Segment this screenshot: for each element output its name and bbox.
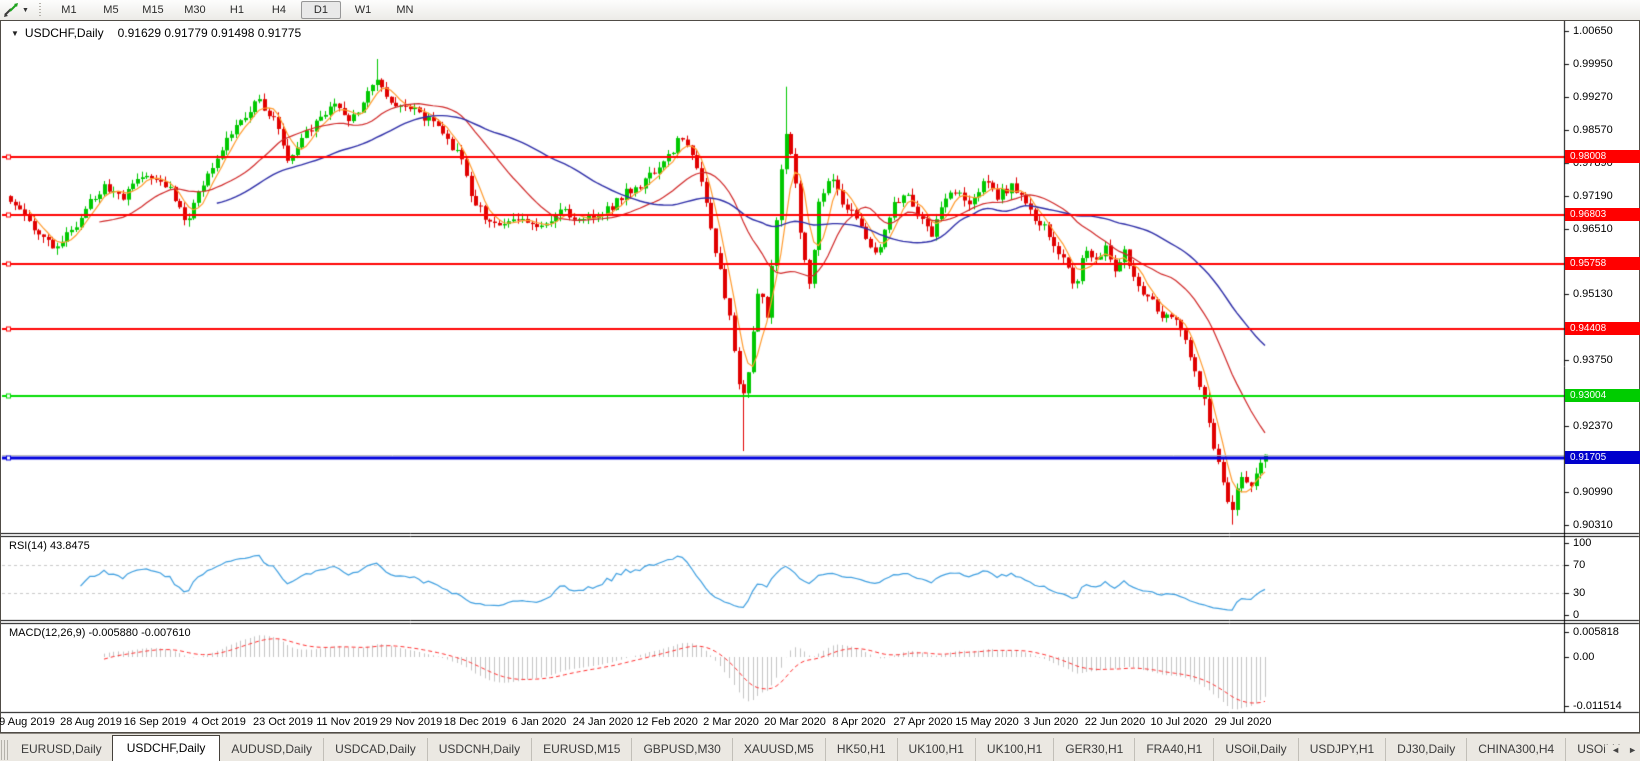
chart-tab-audusd-daily[interactable]: AUDUSD,Daily (220, 738, 323, 761)
tab-scroll-left-button[interactable]: ◄ (1611, 745, 1620, 755)
chart-tab-xauusd-m5[interactable]: XAUUSD,M5 (731, 738, 825, 761)
rsi-panel-label: RSI(14) 43.8475 (9, 540, 90, 552)
chart-tab-dj30-daily[interactable]: DJ30,Daily (1385, 738, 1466, 761)
chart-tab-bar: EURUSD,Daily USDCHF,Daily AUDUSD,Daily USDC… (0, 733, 1640, 761)
toolbar-grip[interactable] (36, 3, 43, 17)
chart-shift-icon (4, 3, 18, 17)
macd-tick-label: -0.011514 (1573, 700, 1622, 713)
date-axis-label: 29 Jul 2020 (1214, 716, 1272, 728)
price-tick-label: 0.95130 (1573, 288, 1613, 301)
date-axis-label: 2 Mar 2020 (703, 716, 759, 728)
timeframe-button-H1[interactable]: H1 (217, 1, 257, 19)
chart-window: ▼ USDCHF,Daily 0.91629 0.91779 0.91498 0.9… (0, 20, 1640, 733)
date-axis-label: 6 Jan 2020 (511, 716, 567, 728)
price-tick-label: 1.00650 (1573, 24, 1613, 37)
timeframe-button-M30[interactable]: M30 (175, 1, 215, 19)
chart-tab-uk100-h1[interactable]: UK100,H1 (974, 738, 1053, 761)
rsi-tick-label: 30 (1573, 587, 1586, 600)
macd-tick-label: 0.005818 (1573, 626, 1619, 639)
price-tick-label: 0.96510 (1573, 222, 1613, 235)
chart-tab-china300-h4[interactable]: CHINA300,H4 (1466, 738, 1565, 761)
date-axis-label: 18 Dec 2019 (443, 716, 507, 728)
date-axis-label: 24 Jan 2020 (572, 716, 634, 728)
hline-price-badge: 0.93004 (1565, 388, 1640, 402)
date-axis-label: 20 Mar 2020 (764, 716, 826, 728)
chart-tools-button[interactable]: ▼ (0, 2, 32, 18)
hline-price-badge: 0.94408 (1565, 321, 1640, 335)
date-axis-label: 15 May 2020 (955, 716, 1019, 728)
date-axis-label: 8 Apr 2020 (832, 716, 886, 728)
chart-tab-eurusd-m15[interactable]: EURUSD,M15 (531, 738, 631, 761)
chart-title: ▼ USDCHF,Daily 0.91629 0.91779 0.91498 0.9… (11, 26, 301, 40)
timeframe-button-MN[interactable]: MN (385, 1, 425, 19)
date-axis-label: 3 Jun 2020 (1023, 716, 1079, 728)
date-axis-label: 4 Oct 2019 (192, 716, 246, 728)
hline-price-badge: 0.96803 (1565, 207, 1640, 221)
date-axis-label: 28 Aug 2019 (60, 716, 122, 728)
hline-price-badge: 0.95758 (1565, 257, 1640, 271)
rsi-tick-label: 70 (1573, 558, 1586, 571)
hline-price-badge: 0.98008 (1565, 149, 1640, 163)
chevron-down-icon: ▼ (22, 6, 29, 14)
chart-tab-eurusd-daily[interactable]: EURUSD,Daily (10, 738, 113, 761)
timeframe-button-W1[interactable]: W1 (343, 1, 383, 19)
chart-symbol-label: USDCHF,Daily (24, 26, 104, 40)
price-tick-label: 0.93750 (1573, 354, 1613, 367)
date-axis-label: 23 Oct 2019 (253, 716, 313, 728)
price-tick-label: 0.90310 (1573, 518, 1613, 531)
date-axis-label: 22 Jun 2020 (1084, 716, 1146, 728)
rsi-tick-label: 100 (1573, 537, 1592, 549)
date-axis-label: 29 Nov 2019 (379, 716, 443, 728)
chart-tab-usdcad-daily[interactable]: USDCAD,Daily (323, 738, 427, 761)
chart-tab-uk100-h1[interactable]: UK100,H1 (896, 738, 975, 761)
timeframe-button-H4[interactable]: H4 (259, 1, 299, 19)
macd-panel-label: MACD(12,26,9) -0.005880 -0.007610 (9, 627, 191, 639)
date-axis-label: 27 Apr 2020 (893, 716, 953, 728)
collapse-triangle-icon[interactable]: ▼ (11, 29, 19, 38)
chart-tab-usoil-daily[interactable]: USOil,Daily (1213, 738, 1297, 761)
chart-tab-fra40-h1[interactable]: FRA40,H1 (1134, 738, 1213, 761)
timeframe-button-group: M1 M5 M15 M30 H1 H4 D1 W1 MN (48, 1, 426, 19)
date-axis-label: 10 Jul 2020 (1150, 716, 1208, 728)
chart-tab-hk50-h1[interactable]: HK50,H1 (824, 738, 897, 761)
timeframe-button-D1[interactable]: D1 (300, 1, 341, 19)
timeframe-button-M5[interactable]: M5 (91, 1, 131, 19)
chart-tab-usdcnh-daily[interactable]: USDCNH,Daily (426, 738, 531, 761)
timeframe-button-M15[interactable]: M15 (133, 1, 173, 19)
chart-tab-usdjpy-h1[interactable]: USDJPY,H1 (1297, 738, 1385, 761)
chart-ohlc-values: 0.91629 0.91779 0.91498 0.91775 (117, 26, 302, 40)
rsi-tick-label: 0 (1573, 609, 1580, 621)
tabbar-grip[interactable] (1, 740, 8, 760)
date-axis-label: 12 Feb 2020 (636, 716, 698, 728)
hline-price-badge: 0.91705 (1565, 450, 1640, 464)
price-tick-label: 0.97190 (1573, 190, 1613, 203)
price-tick-label: 0.98570 (1573, 124, 1613, 137)
date-axis-label: 16 Sep 2019 (123, 716, 187, 728)
timeframe-button-M1[interactable]: M1 (49, 1, 89, 19)
top-toolbar: ▼ M1 M5 M15 M30 H1 H4 D1 W1 MN (0, 0, 1640, 21)
date-axis-label: 9 Aug 2019 (0, 716, 55, 728)
chart-tab-ger30-h1[interactable]: GER30,H1 (1053, 738, 1134, 761)
date-axis-label: 11 Nov 2019 (316, 716, 378, 728)
macd-tick-label: 0.00 (1573, 651, 1595, 663)
chart-tab-usdchf-daily[interactable]: USDCHF,Daily (111, 735, 221, 761)
tab-scroll-right-button[interactable]: ► (1628, 745, 1637, 755)
chart-tab-gbpusd-m30[interactable]: GBPUSD,M30 (631, 738, 731, 761)
price-tick-label: 0.92370 (1573, 420, 1613, 433)
price-tick-label: 0.99270 (1573, 90, 1613, 103)
main-chart-canvas[interactable] (1, 21, 1640, 732)
price-tick-label: 0.99950 (1573, 58, 1613, 71)
price-tick-label: 0.90990 (1573, 486, 1613, 499)
